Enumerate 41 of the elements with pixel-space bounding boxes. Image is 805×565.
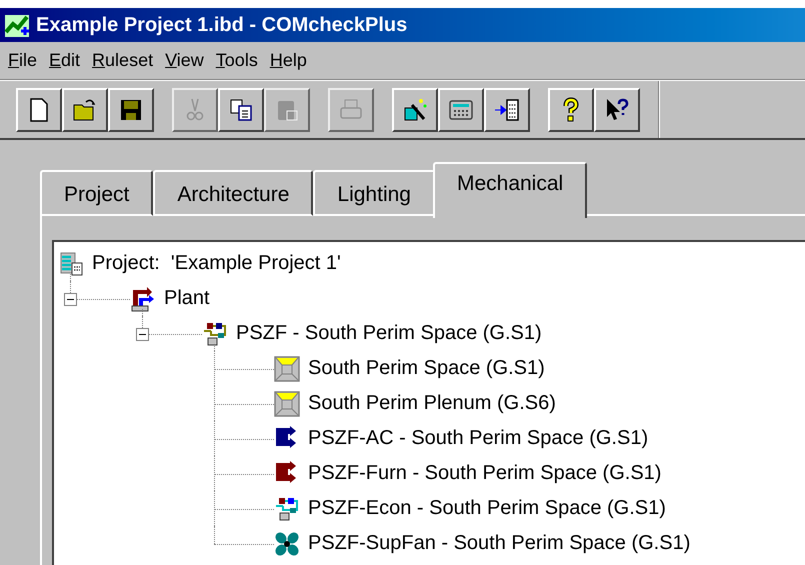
menu-item[interactable]: Help — [266, 47, 311, 74]
app-icon — [4, 12, 30, 38]
toolbar-button[interactable] — [108, 88, 154, 132]
toolbar-button[interactable] — [218, 88, 264, 132]
folder-icon — [72, 96, 98, 122]
toolbar-button[interactable] — [392, 88, 438, 132]
toolbar-button[interactable] — [438, 88, 484, 132]
toolbar-button[interactable] — [484, 88, 530, 132]
tree-item[interactable]: PSZF-Furn - South Perim Space (G.S1) — [308, 456, 662, 491]
fan-icon — [274, 530, 300, 556]
menu-item[interactable]: Edit — [45, 47, 84, 74]
tree-item[interactable]: PSZF-Econ - South Perim Space (G.S1) — [308, 491, 666, 526]
tree-item[interactable]: PSZF - South Perim Space (G.S1) — [236, 316, 542, 351]
toolbar-button[interactable] — [548, 88, 594, 132]
collapse-toggle[interactable] — [64, 292, 77, 306]
tab[interactable]: Project — [40, 170, 154, 216]
toolbar-button[interactable] — [16, 88, 62, 132]
menu-item[interactable]: View — [161, 47, 208, 74]
collapse-toggle[interactable] — [136, 328, 149, 340]
magic-wand-icon — [402, 96, 428, 122]
menu-item[interactable]: Tools — [212, 47, 262, 74]
window-title: Example Project 1.ibd - COMcheckPlus — [36, 13, 408, 38]
tree-item[interactable]: Plant — [164, 281, 210, 316]
menu-item[interactable]: File — [4, 47, 42, 74]
component-icon — [202, 320, 228, 346]
tree-item[interactable]: South Perim Space (G.S1) — [308, 351, 545, 386]
arrows-icon — [130, 286, 156, 312]
tab[interactable]: Architecture — [153, 170, 314, 216]
tree-item[interactable]: PSZF-AC - South Perim Space (G.S1) — [308, 421, 648, 456]
copy-icon — [228, 96, 254, 122]
tree-item[interactable]: PSZF-SupFan - South Perim Space (G.S1) — [308, 526, 690, 561]
toolbar-button[interactable] — [62, 88, 108, 132]
component-icon — [274, 496, 300, 522]
toolbar-button[interactable] — [594, 88, 640, 132]
tab[interactable]: Mechanical — [432, 162, 588, 218]
pointer-question-icon — [604, 96, 630, 122]
import-icon — [494, 96, 520, 122]
menu-item[interactable]: Ruleset — [88, 47, 158, 74]
tree-item[interactable]: South Perim Plenum (G.S6) — [308, 386, 556, 421]
tab[interactable]: Lighting — [313, 170, 435, 216]
tree-item[interactable]: Project: 'Example Project 1' — [92, 246, 341, 281]
